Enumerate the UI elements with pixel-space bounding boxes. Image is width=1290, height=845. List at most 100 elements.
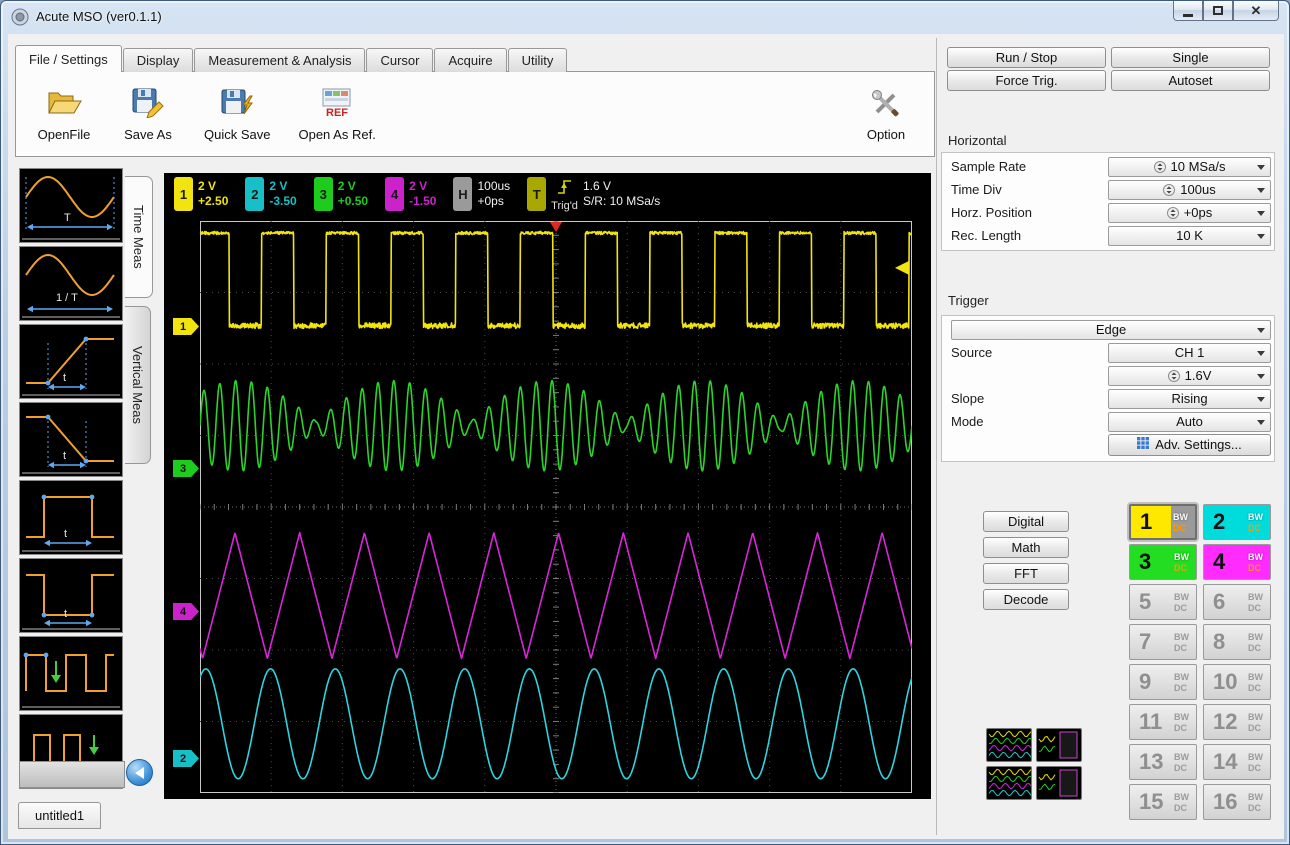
channel-toggle-4[interactable]: 4BWDC <box>1203 544 1271 580</box>
channel-toggle-3[interactable]: 3BWDC <box>1129 544 1197 580</box>
spin-icon <box>1167 207 1179 219</box>
layout-preview-3[interactable] <box>986 766 1032 800</box>
trigger-position-marker[interactable] <box>550 222 562 232</box>
channel-toggle-15[interactable]: 15BWDC <box>1129 784 1197 820</box>
digital-button[interactable]: Digital <box>983 511 1069 532</box>
dropdown-slope[interactable]: Rising <box>1108 389 1271 409</box>
channel-1-position-marker[interactable]: 1 <box>173 318 199 335</box>
decode-button[interactable]: Decode <box>983 589 1069 610</box>
trigger-badge: T <box>527 177 546 211</box>
svg-text:t: t <box>63 450 66 462</box>
channel-toggle-14[interactable]: 14BWDC <box>1203 744 1271 780</box>
channel-toggle-5[interactable]: 5BWDC <box>1129 584 1197 620</box>
oscilloscope-display: 12 V+2.50 22 V-3.50 32 V+0.50 42 V-1.50 H100… <box>164 173 931 799</box>
trigger-level-marker[interactable] <box>895 261 909 275</box>
force-trig-button[interactable]: Force Trig. <box>947 70 1106 91</box>
channel-toggle-8[interactable]: 8BWDC <box>1203 624 1271 660</box>
svg-text:1 / T: 1 / T <box>56 292 78 304</box>
grid-icon <box>1137 437 1149 452</box>
channel-3-badge: 3 <box>314 177 333 211</box>
channel-4-header[interactable]: 42 V-1.50 <box>385 177 436 211</box>
titlebar[interactable]: Acute MSO (ver0.1.1) ✕ <box>1 1 1289 32</box>
trigger-slope-icon <box>557 177 572 200</box>
document-tab[interactable]: untitled1 <box>18 802 101 829</box>
dropdown-horz-position[interactable]: +0ps <box>1108 203 1271 223</box>
dropdown-source[interactable]: CH 1 <box>1108 343 1271 363</box>
dropdown-sample-rate[interactable]: 10 MSa/s <box>1108 157 1271 177</box>
run-stop-button[interactable]: Run / Stop <box>947 47 1106 68</box>
fft-button[interactable]: FFT <box>983 563 1069 584</box>
tab-measurement-analysis[interactable]: Measurement & Analysis <box>194 48 365 72</box>
chevron-down-icon <box>1257 234 1265 239</box>
math-button[interactable]: Math <box>983 537 1069 558</box>
channel-toggle-12[interactable]: 12BWDC <box>1203 704 1271 740</box>
close-button[interactable]: ✕ <box>1233 1 1279 21</box>
channel-toggle-2[interactable]: 2BWDC <box>1203 504 1271 540</box>
option-button[interactable]: Option <box>858 86 914 142</box>
measurement-duty-cycle[interactable] <box>19 636 123 711</box>
svg-text:t: t <box>63 372 66 384</box>
tab-acquire[interactable]: Acquire <box>434 48 506 72</box>
horizontal-row-rec-length: Rec. Length10 K <box>942 224 1274 247</box>
open-as-ref-button[interactable]: REFOpen As Ref. <box>298 86 375 142</box>
dropdown-rec-length[interactable]: 10 K <box>1108 226 1271 246</box>
dropdown-trigger-level[interactable]: 1.6V <box>1108 366 1271 386</box>
quick-save-button[interactable]: Quick Save <box>204 86 270 142</box>
tab-display[interactable]: Display <box>123 48 194 72</box>
tab-cursor[interactable]: Cursor <box>366 48 433 72</box>
channel-3-header[interactable]: 32 V+0.50 <box>314 177 368 211</box>
dropdown-time-div[interactable]: 100us <box>1108 180 1271 200</box>
layout-preview-2[interactable] <box>1036 728 1082 762</box>
channel-toggle-1[interactable]: 1BWDC <box>1129 504 1197 540</box>
measurement-frequency[interactable]: 1 / T <box>19 246 123 321</box>
measurement-fall-time[interactable]: t <box>19 402 123 477</box>
horizontal-section-title: Horizontal <box>948 133 1007 148</box>
measurement-period[interactable]: T <box>19 168 123 243</box>
channel-3-position-marker[interactable]: 3 <box>173 460 199 477</box>
open-as-ref-icon: REF <box>319 86 355 123</box>
collapse-panel-button[interactable] <box>126 759 153 786</box>
tab-file-settings[interactable]: File / Settings <box>15 45 122 72</box>
channel-2-position-marker[interactable]: 2 <box>173 750 199 767</box>
adv-settings-button[interactable]: Adv. Settings... <box>1108 434 1271 456</box>
channel-toggle-16[interactable]: 16BWDC <box>1203 784 1271 820</box>
scope-screen[interactable]: 1 2 3 4 <box>164 215 931 799</box>
measurement-category-tabs: Time Meas Vertical Meas <box>125 176 155 472</box>
minimize-button[interactable] <box>1173 1 1203 21</box>
chevron-down-icon <box>1257 351 1265 356</box>
sidebar-tab-time-meas[interactable]: Time Meas <box>125 176 153 298</box>
trigger-section-title: Trigger <box>948 293 989 308</box>
channel-2-header[interactable]: 22 V-3.50 <box>245 177 296 211</box>
tab-utility[interactable]: Utility <box>508 48 568 72</box>
channel-toggle-9[interactable]: 9BWDC <box>1129 664 1197 700</box>
trigger-level-value: 1.6 V <box>583 179 660 194</box>
channel-toggle-11[interactable]: 11BWDC <box>1129 704 1197 740</box>
channel-1-header[interactable]: 12 V+2.50 <box>174 177 228 211</box>
channel-toggle-6[interactable]: 6BWDC <box>1203 584 1271 620</box>
sidebar-tab-vertical-meas[interactable]: Vertical Meas <box>125 306 151 464</box>
layout-preview-4[interactable] <box>1036 766 1082 800</box>
horizontal-row-horz-position: Horz. Position+0ps <box>942 201 1274 224</box>
trigger-status: Trig'd <box>551 200 578 212</box>
maximize-button[interactable] <box>1203 1 1233 21</box>
save-as-button[interactable]: Save As <box>120 86 176 142</box>
openfile-button[interactable]: OpenFile <box>36 86 92 142</box>
measurement-rise-time[interactable]: t <box>19 324 123 399</box>
single-button[interactable]: Single <box>1111 47 1270 68</box>
channel-toggle-13[interactable]: 13BWDC <box>1129 744 1197 780</box>
channel-toggle-10[interactable]: 10BWDC <box>1203 664 1271 700</box>
scope-status-bar: 12 V+2.50 22 V-3.50 32 V+0.50 42 V-1.50 H100… <box>164 173 931 215</box>
trigger-header[interactable]: TTrig'd1.6 VS/R: 10 MSa/s <box>527 177 660 212</box>
autoset-button[interactable]: Autoset <box>1111 70 1270 91</box>
measurement-negative-width[interactable]: t <box>19 558 123 633</box>
sidebar-scrollbar[interactable] <box>19 761 125 788</box>
horizontal-header[interactable]: H100us+0ps <box>453 177 510 211</box>
left-arrow-icon <box>135 767 144 779</box>
scope-grid <box>200 221 912 793</box>
channel-4-position-marker[interactable]: 4 <box>173 603 199 620</box>
measurement-positive-width[interactable]: t <box>19 480 123 555</box>
dropdown-mode[interactable]: Auto <box>1108 412 1271 432</box>
channel-toggle-7[interactable]: 7BWDC <box>1129 624 1197 660</box>
dropdown-trigger-type[interactable]: Edge <box>951 320 1271 340</box>
layout-preview-1[interactable] <box>986 728 1032 762</box>
